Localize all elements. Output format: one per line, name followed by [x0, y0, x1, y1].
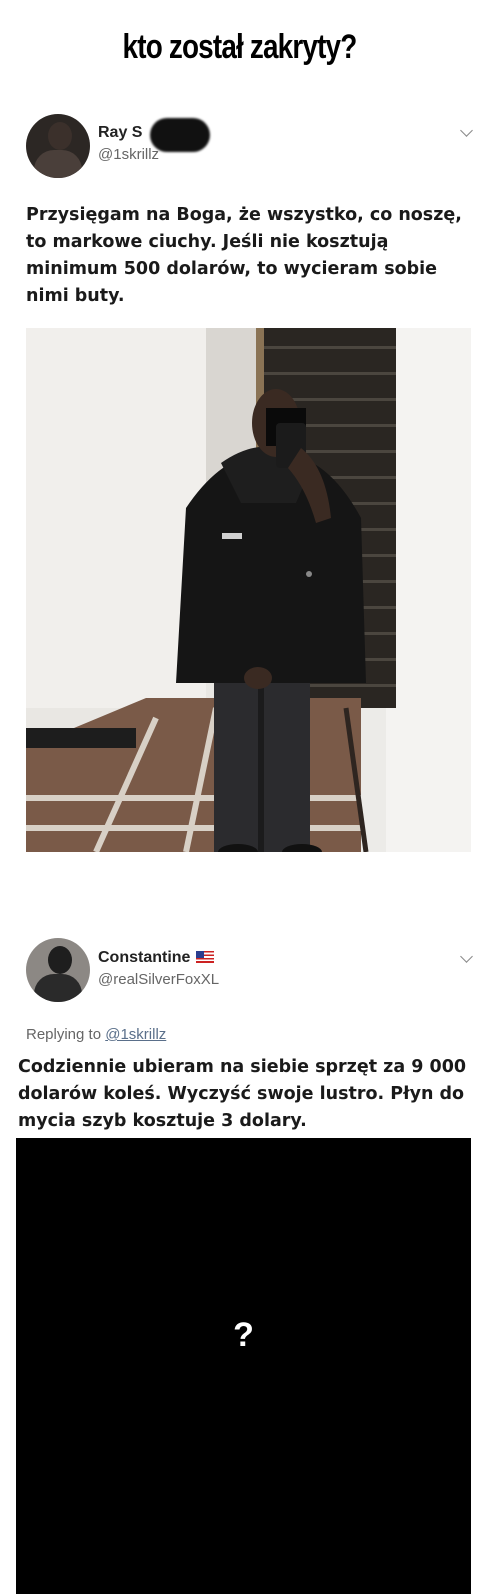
tweet-text-line: to markowe ciuchy. Jeśli nie kosztują: [26, 232, 389, 252]
handle[interactable]: @1skrillz: [98, 146, 159, 163]
tweet-text-line: dolarów koleś. Wyczyść swoje lustro. Pły…: [18, 1084, 465, 1104]
question-mark: ?: [233, 1316, 254, 1354]
replying-to-label: Replying to: [26, 1026, 102, 1043]
replying-to: Replying to @1skrillz: [26, 1026, 166, 1043]
chevron-down-icon[interactable]: [460, 950, 473, 963]
tweet-photo[interactable]: [26, 328, 471, 852]
avatar[interactable]: [26, 114, 90, 178]
tweet-text: Przysięgam na Boga, że wszystko, co nosz…: [26, 202, 466, 310]
tweet-original: Ray S @1skrillz Przysięgam na Boga, że w…: [0, 0, 479, 860]
tweet-text-line: Codziennie ubieram na siebie sprzęt za 9…: [18, 1057, 467, 1077]
display-name[interactable]: Ray S: [98, 124, 142, 142]
avatar-body: [34, 974, 82, 1002]
display-name[interactable]: Constantine: [98, 949, 215, 967]
hidden-answer-box: ?: [16, 1138, 471, 1594]
avatar-head: [48, 122, 72, 150]
avatar-body: [34, 150, 82, 178]
avatar-head: [48, 946, 72, 974]
tweet-text-line: mycia szyb kosztuje 3 dolary.: [18, 1111, 307, 1131]
handle[interactable]: @realSilverFoxXL: [98, 971, 219, 988]
replying-to-link[interactable]: @1skrillz: [105, 1026, 166, 1043]
tweet-text-line: Przysięgam na Boga, że wszystko, co nosz…: [26, 205, 462, 225]
display-name-text: Constantine: [98, 949, 191, 966]
tweet-text-line: nimi buty.: [26, 286, 125, 306]
tweet-text: Codziennie ubieram na siebie sprzęt za 9…: [18, 1054, 473, 1135]
tweet-reply: Constantine @realSilverFoxXL Replying to…: [0, 920, 479, 1140]
us-flag-icon: [196, 951, 215, 963]
chevron-down-icon[interactable]: [460, 124, 473, 137]
avatar[interactable]: [26, 938, 90, 1002]
tweet-text-line: minimum 500 dolarów, to wycieram sobie: [26, 259, 438, 279]
mirror-selfie-image: [26, 328, 471, 852]
